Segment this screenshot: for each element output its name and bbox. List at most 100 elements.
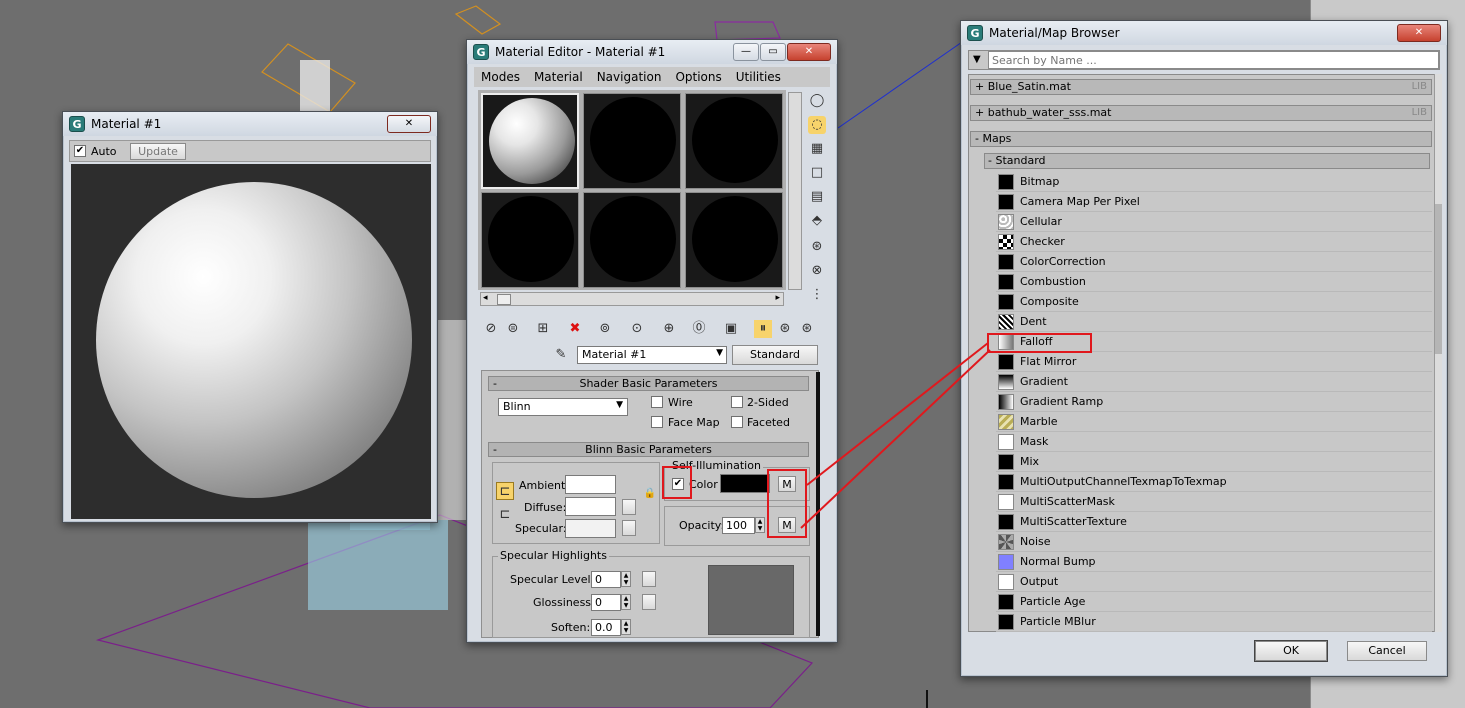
make-preview-icon[interactable]: ⬘ xyxy=(808,212,826,230)
specular-level-map-button[interactable] xyxy=(642,571,656,587)
map-item[interactable]: Output xyxy=(996,572,1432,592)
preview-close-button[interactable]: ✕ xyxy=(387,115,431,133)
specular-level-spinner[interactable]: ▲ ▼ xyxy=(621,571,631,587)
go-forward-sibling-icon[interactable]: ⊛ xyxy=(798,320,816,338)
backlight-icon[interactable]: ◌ xyxy=(808,116,826,134)
face-map-checkbox[interactable] xyxy=(651,416,663,428)
background-checker-icon[interactable]: ▦ xyxy=(808,140,826,158)
specular-swatch[interactable] xyxy=(565,519,616,538)
menu-options[interactable]: Options xyxy=(668,70,728,84)
auto-checkbox[interactable]: ✔ xyxy=(74,145,86,157)
map-item[interactable]: Camera Map Per Pixel xyxy=(996,192,1432,212)
sample-slot[interactable] xyxy=(583,93,681,189)
options-icon[interactable]: ⊛ xyxy=(808,238,826,256)
sample-slot[interactable] xyxy=(583,192,681,288)
shader-rollout-header[interactable]: - Shader Basic Parameters xyxy=(488,376,809,391)
rollout-scrollbar[interactable] xyxy=(816,372,820,636)
ok-button[interactable]: OK xyxy=(1254,640,1328,662)
map-item[interactable]: Flat Mirror xyxy=(996,352,1432,372)
blinn-rollout-header[interactable]: - Blinn Basic Parameters xyxy=(488,442,809,457)
eyedropper-icon[interactable]: ✎ xyxy=(552,346,570,364)
map-item[interactable]: Particle MBlur xyxy=(996,612,1432,632)
browser-close-button[interactable]: ✕ xyxy=(1397,24,1441,42)
opacity-input[interactable]: 100 xyxy=(722,517,755,534)
material-type-button[interactable]: Standard xyxy=(732,345,818,365)
material-navigator-icon[interactable]: ⋮ xyxy=(808,286,826,304)
soften-spinner[interactable]: ▲ ▼ xyxy=(621,619,631,635)
filter-dropdown-icon[interactable]: ▼ xyxy=(973,54,981,65)
select-by-material-icon[interactable]: ⊗ xyxy=(808,262,826,280)
sample-uv-tiling-icon[interactable]: □ xyxy=(808,164,826,182)
show-end-result-icon[interactable]: ⏸ xyxy=(754,320,772,338)
library-group[interactable]: + bathub_water_sss.mat LIB xyxy=(970,105,1432,121)
specular-map-button[interactable] xyxy=(622,520,636,536)
diffuse-swatch[interactable] xyxy=(565,497,616,516)
map-item[interactable]: Bitmap xyxy=(996,172,1432,192)
sample-slot[interactable] xyxy=(685,192,783,288)
show-map-icon[interactable]: ▣ xyxy=(722,320,740,338)
soften-input[interactable]: 0.0 xyxy=(591,619,621,636)
cancel-button[interactable]: Cancel xyxy=(1347,641,1427,661)
map-item[interactable]: MultiOutputChannelTexmapToTexmap xyxy=(996,472,1432,492)
browser-scrollbar[interactable] xyxy=(1434,74,1442,632)
map-item[interactable]: Particle Age xyxy=(996,592,1432,612)
map-item[interactable]: Composite xyxy=(996,292,1432,312)
two-sided-checkbox[interactable] xyxy=(731,396,743,408)
sample-type-icon[interactable]: ◯ xyxy=(808,92,826,110)
maps-group[interactable]: - Maps xyxy=(970,131,1432,147)
assign-material-icon[interactable]: ⊞ xyxy=(534,320,552,338)
lock-ambient-diffuse-icon[interactable]: ⊏ xyxy=(496,482,514,500)
menu-modes[interactable]: Modes xyxy=(474,70,527,84)
map-item[interactable]: MultiScatterTexture xyxy=(996,512,1432,532)
put-to-scene-icon[interactable]: ⊜ xyxy=(504,320,522,338)
menu-navigation[interactable]: Navigation xyxy=(590,70,669,84)
map-item[interactable]: Normal Bump xyxy=(996,552,1432,572)
editor-close-button[interactable]: ✕ xyxy=(787,43,831,61)
faceted-checkbox[interactable] xyxy=(731,416,743,428)
lock-diffuse-specular-icon[interactable]: ⊏ xyxy=(496,506,514,524)
glossiness-spinner[interactable]: ▲ ▼ xyxy=(621,594,631,610)
self-illum-color-swatch[interactable] xyxy=(720,474,770,493)
material-name-dropdown[interactable]: Material #1 ▼ xyxy=(577,346,727,364)
map-item[interactable]: Marble xyxy=(996,412,1432,432)
map-item[interactable]: Gradient Ramp xyxy=(996,392,1432,412)
map-item[interactable]: Combustion xyxy=(996,272,1432,292)
sample-slot[interactable] xyxy=(481,192,579,288)
opacity-spinner[interactable]: ▲ ▼ xyxy=(755,517,765,533)
scroll-thumb[interactable] xyxy=(1435,204,1442,354)
specular-level-input[interactable]: 0 xyxy=(591,571,621,588)
standard-group[interactable]: - Standard xyxy=(984,153,1430,169)
menu-utilities[interactable]: Utilities xyxy=(729,70,788,84)
search-input[interactable] xyxy=(988,51,1439,69)
maximize-button[interactable]: ▭ xyxy=(760,43,786,61)
make-unique-icon[interactable]: ⊙ xyxy=(628,320,646,338)
update-button[interactable]: Update xyxy=(130,143,186,160)
put-to-library-icon[interactable]: ⊕ xyxy=(660,320,678,338)
delete-icon[interactable]: ✖ xyxy=(566,320,584,338)
map-item[interactable]: MultiScatterMask xyxy=(996,492,1432,512)
map-item[interactable]: Cellular xyxy=(996,212,1432,232)
diffuse-map-button[interactable] xyxy=(622,499,636,515)
shader-type-dropdown[interactable]: Blinn ▼ xyxy=(498,398,628,416)
menu-material[interactable]: Material xyxy=(527,70,590,84)
sample-slot[interactable] xyxy=(685,93,783,189)
glossiness-input[interactable]: 0 xyxy=(591,594,621,611)
map-item[interactable]: Dent xyxy=(996,312,1432,332)
slots-hscroll[interactable]: ◂ ▸ xyxy=(480,292,784,306)
wire-checkbox[interactable] xyxy=(651,396,663,408)
map-item[interactable]: Noise xyxy=(996,532,1432,552)
map-item[interactable]: Mix xyxy=(996,452,1432,472)
get-material-icon[interactable]: ⊘ xyxy=(482,320,500,338)
minimize-button[interactable]: — xyxy=(733,43,759,61)
lock-icon[interactable]: 🔒 xyxy=(641,485,659,503)
map-item[interactable]: Gradient xyxy=(996,372,1432,392)
map-item[interactable]: ColorCorrection xyxy=(996,252,1432,272)
make-copy-icon[interactable]: ⊚ xyxy=(596,320,614,338)
go-to-parent-icon[interactable]: ⊛ xyxy=(776,320,794,338)
map-item[interactable]: Checker xyxy=(996,232,1432,252)
ambient-swatch[interactable] xyxy=(565,475,616,494)
sample-slot[interactable] xyxy=(481,93,579,189)
library-group[interactable]: + Blue_Satin.mat LIB xyxy=(970,79,1432,95)
material-id-icon[interactable]: ⓪ xyxy=(690,320,708,338)
video-color-check-icon[interactable]: ▤ xyxy=(808,188,826,206)
